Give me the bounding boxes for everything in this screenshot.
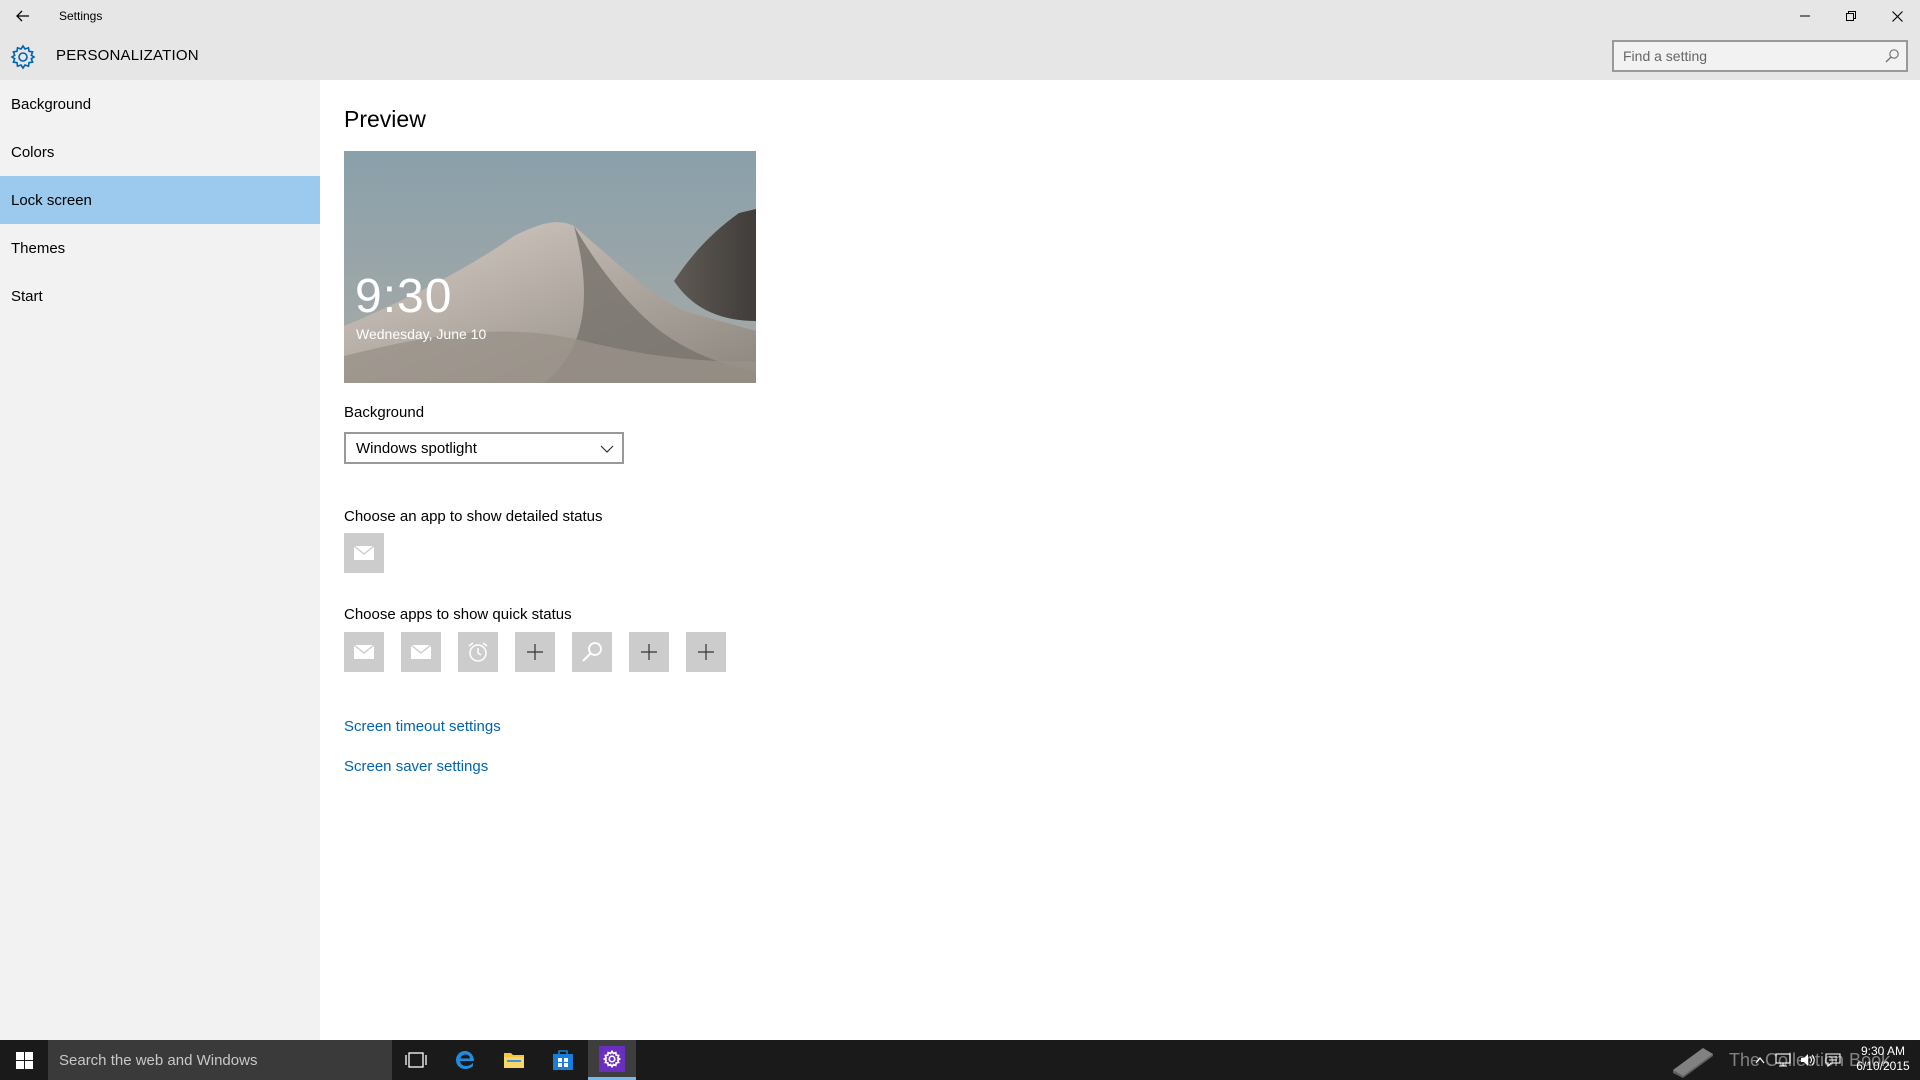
quick-status-add-button-1[interactable]	[515, 632, 555, 672]
chevron-up-icon	[1755, 1057, 1765, 1064]
restore-button[interactable]	[1828, 0, 1874, 32]
plus-icon	[641, 644, 657, 660]
store-icon	[553, 1050, 573, 1070]
start-button[interactable]	[0, 1040, 48, 1080]
screen-saver-link[interactable]: Screen saver settings	[344, 758, 488, 775]
search-icon	[582, 642, 602, 662]
quick-status-label: Choose apps to show quick status	[344, 606, 572, 623]
quick-status-add-button-2[interactable]	[629, 632, 669, 672]
edge-button[interactable]	[441, 1040, 489, 1080]
close-icon	[1891, 10, 1903, 22]
volume-icon	[1801, 1054, 1815, 1066]
screen-timeout-link[interactable]: Screen timeout settings	[344, 718, 501, 735]
preview-heading: Preview	[344, 106, 426, 132]
plus-icon	[527, 644, 543, 660]
action-center-button[interactable]	[1822, 1040, 1844, 1080]
restore-icon	[1846, 11, 1856, 21]
taskbar-search-placeholder: Search the web and Windows	[59, 1051, 258, 1069]
quick-status-app-search[interactable]	[572, 632, 612, 672]
taskbar: Search the web and Windows The Collectio…	[0, 1040, 1920, 1080]
windows-logo-icon	[15, 1051, 33, 1069]
minimize-button[interactable]	[1782, 0, 1828, 32]
preview-date: Wednesday, June 10	[356, 326, 487, 342]
notification-icon	[1825, 1053, 1841, 1067]
mail-icon	[411, 645, 431, 659]
sidebar-item-start[interactable]: Start	[0, 272, 320, 320]
sidebar-item-themes[interactable]: Themes	[0, 224, 320, 272]
folder-icon	[504, 1053, 524, 1068]
detailed-status-label: Choose an app to show detailed status	[344, 508, 603, 525]
detailed-status-app-mail[interactable]	[344, 533, 384, 573]
clock-time: 9:30 AM	[1860, 1044, 1906, 1058]
volume-tray-button[interactable]	[1797, 1040, 1819, 1080]
gear-icon	[603, 1049, 621, 1068]
sidebar-nav: Background Colors Lock screen Themes Sta…	[0, 80, 320, 1040]
sidebar-item-background[interactable]: Background	[0, 80, 320, 128]
plus-icon	[698, 644, 714, 660]
file-explorer-button[interactable]	[490, 1040, 538, 1080]
back-arrow-icon	[16, 10, 29, 22]
network-icon	[1775, 1053, 1791, 1067]
settings-header: PERSONALIZATION	[0, 32, 1920, 80]
page-title: PERSONALIZATION	[56, 47, 199, 64]
taskbar-clock[interactable]: 9:30 AM 6/10/2015	[1848, 1044, 1918, 1074]
sidebar-item-colors[interactable]: Colors	[0, 128, 320, 176]
gear-icon	[10, 44, 36, 70]
mail-icon	[354, 645, 374, 659]
alarm-icon	[468, 642, 488, 662]
network-tray-button[interactable]	[1772, 1040, 1794, 1080]
task-view-icon	[405, 1052, 427, 1068]
taskbar-search-box[interactable]: Search the web and Windows	[48, 1040, 392, 1080]
sidebar-item-lock-screen[interactable]: Lock screen	[0, 176, 320, 224]
show-hidden-icons-button[interactable]	[1752, 1040, 1768, 1080]
store-button[interactable]	[539, 1040, 587, 1080]
quick-status-app-alarms[interactable]	[458, 632, 498, 672]
quick-status-app-mail-2[interactable]	[401, 632, 441, 672]
chevron-down-icon	[600, 445, 614, 453]
preview-time: 9:30	[355, 270, 453, 323]
find-setting-input[interactable]	[1614, 42, 1864, 70]
background-dropdown[interactable]: Windows spotlight	[344, 432, 624, 464]
lock-screen-preview: 9:30 Wednesday, June 10	[344, 151, 756, 383]
quick-status-app-mail-1[interactable]	[344, 632, 384, 672]
clock-date: 6/10/2015	[1856, 1059, 1910, 1073]
background-dropdown-value: Windows spotlight	[356, 439, 477, 457]
desert-dunes-image	[344, 151, 756, 383]
book-logo-icon	[1673, 1048, 1713, 1078]
minimize-icon	[1800, 15, 1810, 17]
window-title: Settings	[59, 9, 103, 23]
task-view-button[interactable]	[392, 1040, 440, 1080]
close-button[interactable]	[1874, 0, 1920, 32]
edge-browser-icon	[456, 1051, 474, 1069]
quick-status-add-button-3[interactable]	[686, 632, 726, 672]
background-label: Background	[344, 404, 425, 421]
back-button[interactable]	[0, 0, 46, 32]
mail-icon	[354, 546, 374, 560]
settings-app-tile	[599, 1045, 625, 1072]
search-icon[interactable]	[1884, 48, 1900, 64]
search-box[interactable]	[1612, 40, 1908, 72]
settings-taskbar-button[interactable]	[588, 1040, 636, 1080]
main-content: Preview 9:30 Wednesday, June 10 Backgrou…	[320, 80, 1920, 1040]
title-bar: Settings	[0, 0, 1920, 32]
